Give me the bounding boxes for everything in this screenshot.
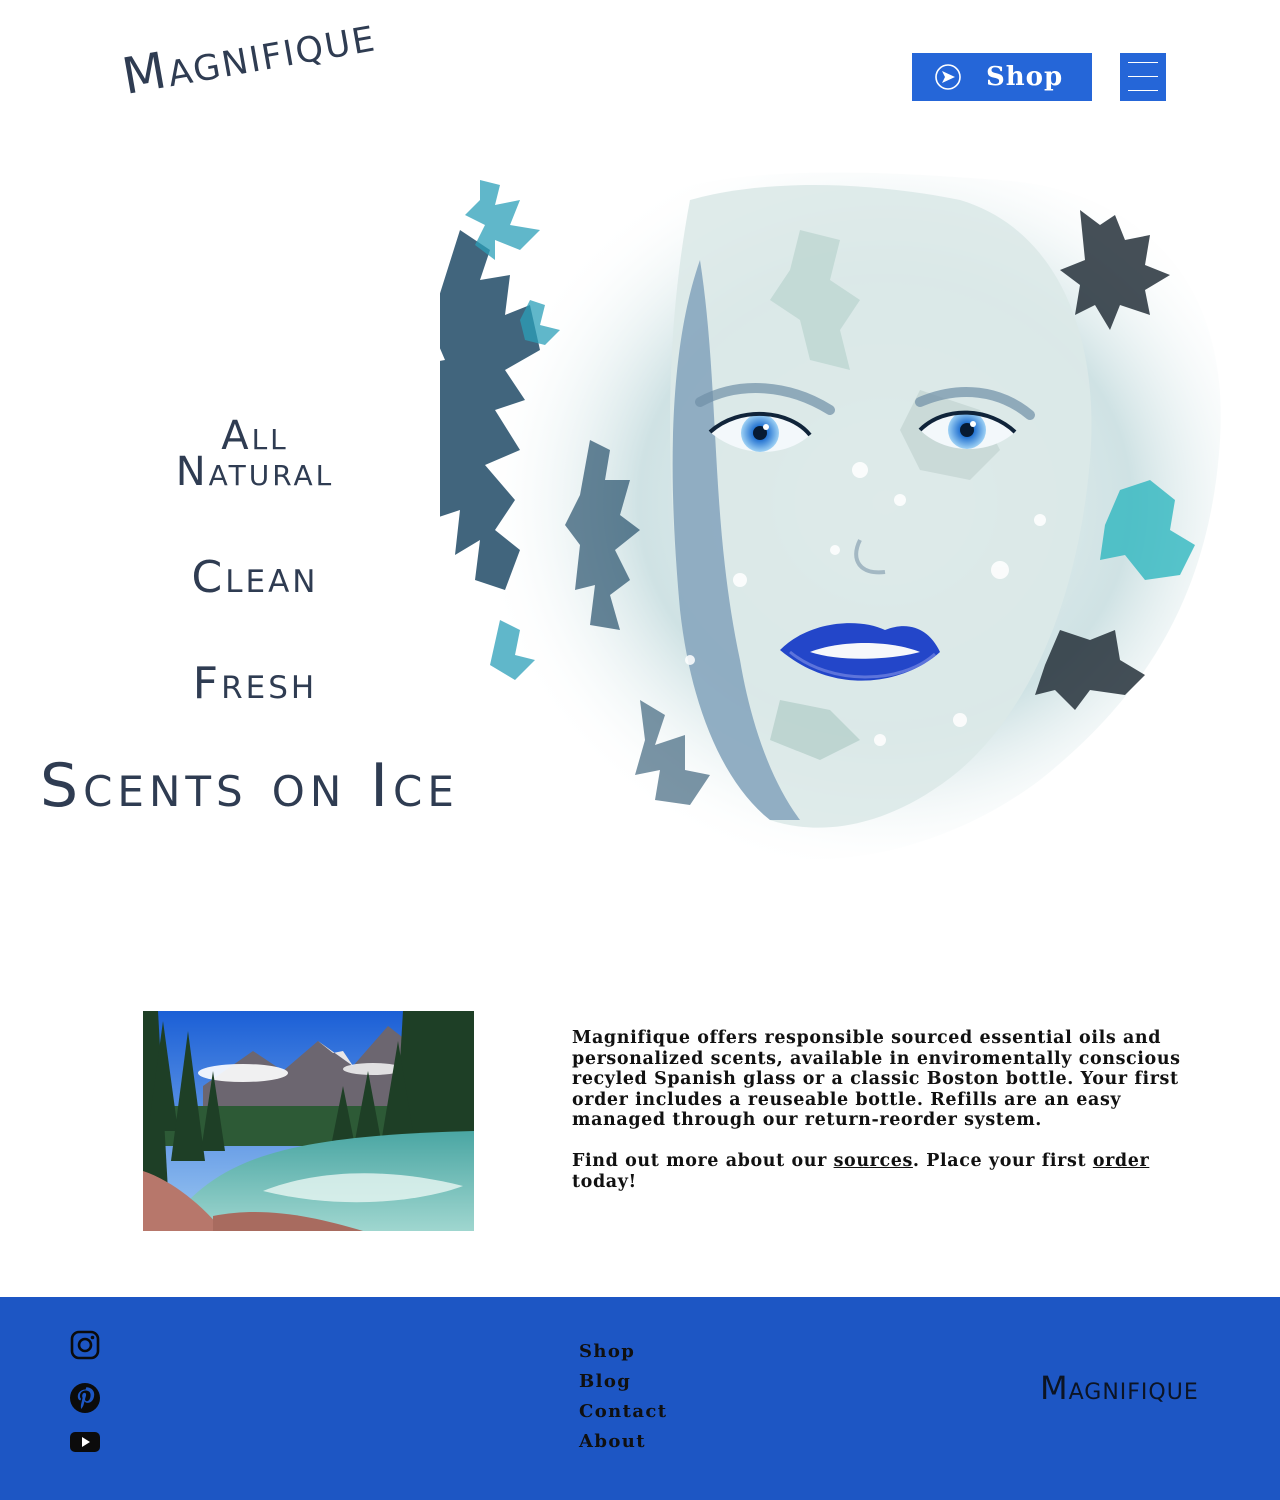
sources-link[interactable]: sources (834, 1151, 913, 1171)
menu-button[interactable] (1120, 53, 1166, 101)
tagline-all-natural: All Natural (175, 413, 335, 495)
shop-button-label: Shop (986, 62, 1064, 92)
youtube-icon (70, 1432, 100, 1452)
pinterest-link[interactable] (70, 1383, 100, 1413)
about-paragraph: Magnifique offers responsible sourced es… (572, 1028, 1181, 1130)
footer-link-contact[interactable]: Contact (579, 1397, 667, 1427)
pinterest-icon (70, 1383, 100, 1413)
about-cta: Find out more about our sources. Place y… (572, 1151, 1150, 1192)
youtube-link[interactable] (70, 1427, 100, 1457)
footer-link-blog[interactable]: Blog (579, 1367, 667, 1397)
tagline-fresh: Fresh (192, 658, 318, 709)
tagline-clean: Clean (191, 552, 319, 603)
instagram-link[interactable] (70, 1330, 100, 1360)
site-footer: Shop Blog Contact About Magnifique (0, 1297, 1280, 1500)
footer-link-about[interactable]: About (579, 1427, 667, 1457)
about-text: Magnifique offers responsible sourced es… (572, 1028, 1202, 1213)
site-logo[interactable]: Magnifique (118, 4, 380, 106)
footer-nav: Shop Blog Contact About (579, 1337, 667, 1457)
footer-logo[interactable]: Magnifique (1040, 1369, 1199, 1407)
arrow-circle-icon (935, 64, 961, 90)
hamburger-menu-icon (1128, 62, 1158, 63)
mountain-river-photo (143, 1011, 474, 1231)
shop-button[interactable]: Shop (912, 53, 1092, 101)
instagram-icon (70, 1330, 100, 1360)
hero-face-illustration (440, 172, 1221, 860)
hero-headline: Scents on Ice (40, 751, 459, 821)
footer-link-shop[interactable]: Shop (579, 1337, 667, 1367)
order-link[interactable]: order (1093, 1151, 1149, 1171)
